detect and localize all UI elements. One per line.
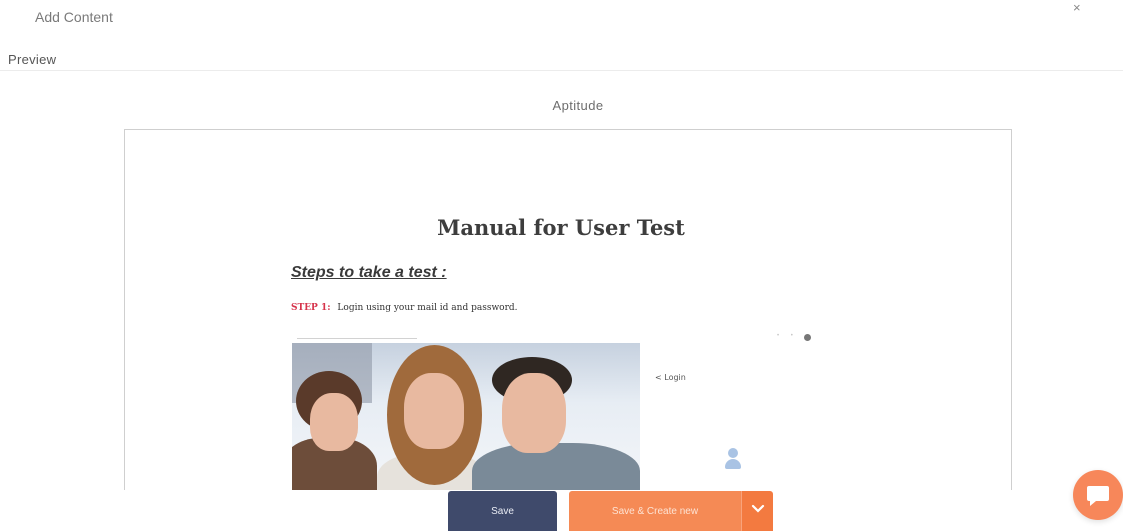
students-photo — [292, 343, 640, 490]
login-link: < Login — [655, 373, 686, 382]
save-create-new-button[interactable]: Save & Create new — [569, 491, 741, 531]
screenshot-header-strip: • • — [291, 333, 821, 343]
modal-title: Add Content — [35, 9, 113, 25]
user-icon — [725, 448, 741, 474]
chat-icon — [1087, 486, 1109, 506]
chat-button[interactable] — [1073, 470, 1123, 520]
step-instruction: STEP 1: Login using your mail id and pas… — [291, 303, 518, 313]
strip-dot — [804, 334, 811, 341]
divider — [0, 70, 1123, 71]
document-subtitle: Steps to take a test : — [291, 264, 447, 281]
save-options-dropdown[interactable] — [741, 491, 773, 531]
strip-line — [297, 338, 417, 339]
close-icon[interactable]: × — [1073, 0, 1081, 15]
save-button[interactable]: Save — [448, 491, 557, 531]
document-title: Manual for User Test — [437, 215, 685, 240]
document-preview[interactable]: Manual for User Test Steps to take a tes… — [124, 129, 1012, 490]
section-title: Aptitude — [552, 98, 604, 113]
step-text: Login using your mail id and password. — [337, 303, 518, 313]
step-label: STEP 1: — [291, 303, 331, 313]
preview-label: Preview — [8, 52, 57, 67]
chevron-down-icon — [751, 504, 765, 513]
strip-dots: • • — [777, 333, 798, 339]
